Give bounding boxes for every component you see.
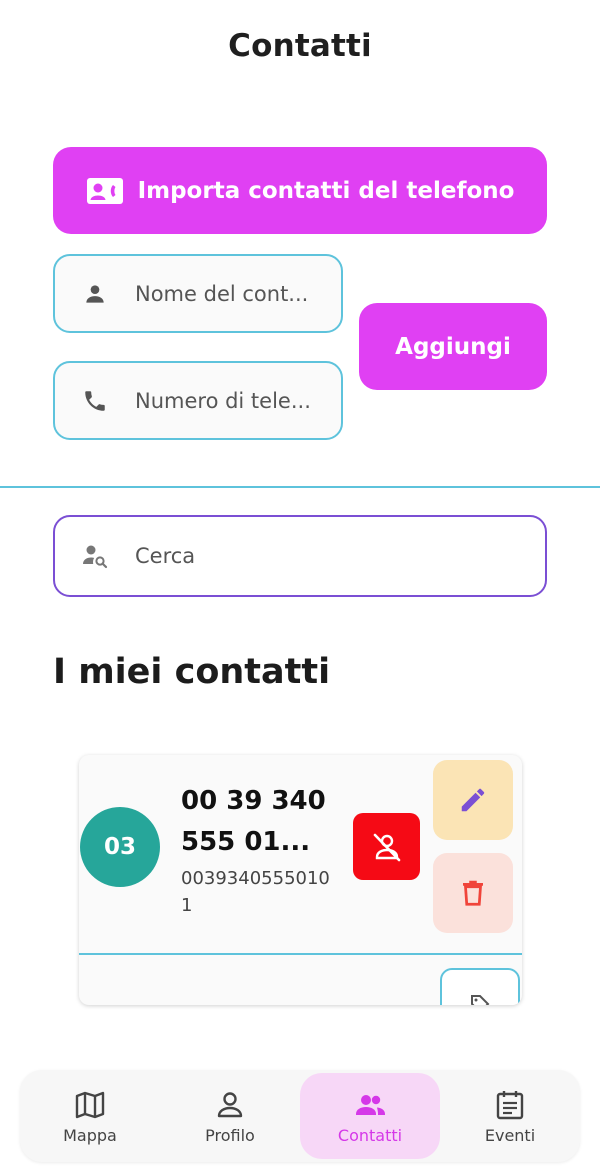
add-contact-button[interactable]: Aggiungi — [359, 303, 547, 390]
person-icon — [217, 1091, 243, 1117]
import-contacts-button[interactable]: Importa contatti del telefono — [53, 147, 547, 234]
person-icon — [86, 284, 104, 303]
contact-name-field[interactable]: Nome del cont... — [53, 254, 343, 333]
person-search-icon — [83, 545, 108, 569]
map-icon — [75, 1091, 105, 1118]
contact-name-placeholder: Nome del cont... — [135, 281, 309, 306]
nav-label-contatti: Contatti — [337, 1125, 403, 1145]
nav-item-profilo[interactable]: Profilo — [160, 1070, 300, 1162]
page-title: Contatti — [228, 28, 372, 64]
group-icon — [356, 1094, 385, 1115]
person-off-icon — [373, 833, 400, 861]
nav-label-profilo: Profilo — [205, 1125, 255, 1145]
divider — [0, 486, 600, 488]
bottom-navigation: Mappa Profilo Contatti Eventi — [20, 1070, 580, 1162]
nav-item-contatti[interactable]: Contatti — [300, 1070, 440, 1162]
contact-phone-field[interactable]: Numero di tele... — [53, 361, 343, 440]
contact-card: 03 00 39 340 555 01... 00393405550101 — [79, 755, 522, 1005]
pencil-icon — [461, 788, 485, 812]
trash-icon — [463, 880, 483, 906]
nav-label-mappa: Mappa — [63, 1125, 117, 1145]
contact-card-icon — [86, 177, 123, 204]
search-input[interactable]: Cerca — [53, 515, 547, 597]
contact-number: 00393405550101 — [181, 868, 330, 916]
section-title: I miei contatti — [53, 652, 331, 692]
calendar-icon — [496, 1090, 524, 1119]
phone-icon — [85, 390, 105, 411]
tag-icon — [471, 995, 490, 1005]
edit-contact-button[interactable] — [433, 760, 513, 840]
search-placeholder: Cerca — [135, 544, 196, 568]
avatar: 03 — [80, 807, 160, 887]
tag-button[interactable] — [440, 968, 520, 1005]
import-contacts-label: Importa contatti del telefono — [137, 177, 515, 204]
contact-phone-placeholder: Numero di tele... — [135, 388, 311, 413]
nav-item-mappa[interactable]: Mappa — [20, 1070, 160, 1162]
contact-name: 00 39 340 555 01... — [181, 786, 326, 857]
card-divider — [79, 953, 522, 955]
delete-contact-button[interactable] — [433, 853, 513, 933]
nav-item-eventi[interactable]: Eventi — [440, 1070, 580, 1162]
nav-label-eventi: Eventi — [484, 1125, 536, 1145]
unlink-contact-button[interactable] — [353, 813, 420, 880]
